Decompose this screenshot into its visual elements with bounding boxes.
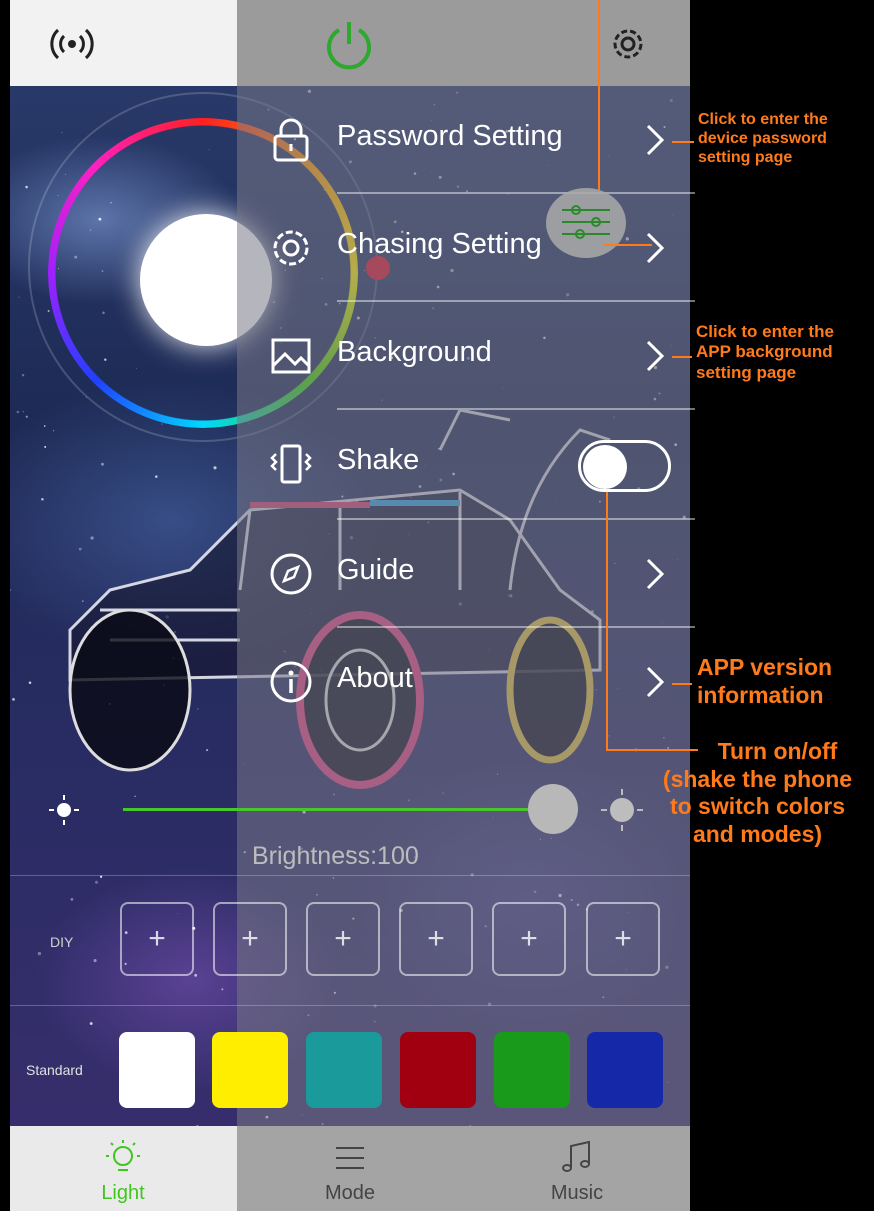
star [12, 698, 15, 701]
brightness-slider-handle[interactable] [528, 784, 578, 834]
menu-item-label: Guide [337, 554, 415, 586]
star [221, 988, 224, 991]
brightness-label: Brightness:100 [252, 842, 419, 870]
tab-label: Music [550, 1182, 604, 1204]
star [18, 296, 20, 298]
compass-icon [270, 553, 312, 595]
standard-color-swatch-blue[interactable] [587, 1032, 663, 1108]
toggle-knob [583, 445, 627, 489]
menu-item-background[interactable]: Background [237, 302, 690, 410]
wireless-signal-icon[interactable] [46, 24, 98, 64]
annotation-line [604, 244, 652, 246]
star [25, 185, 28, 189]
star [93, 959, 97, 963]
bottom-tab-bar: Light Mode Music [10, 1126, 690, 1211]
menu-item-label: About [337, 662, 413, 694]
brightness-slider-track[interactable] [123, 808, 543, 811]
chevron-right-icon [646, 666, 665, 698]
tab-label: Mode [324, 1182, 376, 1204]
diy-add-button[interactable]: + [492, 902, 566, 976]
menu-item-about[interactable]: About [237, 628, 690, 736]
diy-add-button[interactable]: + [306, 902, 380, 976]
info-icon [270, 661, 312, 703]
tab-label: Light [101, 1182, 145, 1204]
annotation-line [606, 492, 608, 750]
menu-item-guide[interactable]: Guide [237, 520, 690, 628]
gear-icon [273, 230, 309, 266]
section-divider [10, 875, 690, 876]
tab-music[interactable]: Music [464, 1126, 690, 1211]
sun-small-icon [48, 794, 80, 826]
diy-add-button[interactable]: + [586, 902, 660, 976]
power-icon[interactable] [321, 16, 377, 72]
chevron-right-icon [646, 558, 665, 590]
menu-item-label: Background [337, 336, 492, 368]
diy-add-button[interactable]: + [213, 902, 287, 976]
gear-icon[interactable] [606, 22, 650, 66]
menu-item-password-setting[interactable]: Password Setting [237, 86, 690, 194]
tab-light[interactable]: Light [10, 1126, 236, 1211]
standard-color-swatch-yellow[interactable] [212, 1032, 288, 1108]
menu-item-label: Chasing Setting [337, 228, 542, 260]
screenshot-stage: Password Setting Chasing Setting Backgro… [0, 0, 874, 1211]
settings-sliders-button[interactable] [546, 188, 626, 258]
standard-color-swatch-green[interactable] [494, 1032, 570, 1108]
shake-phone-icon [270, 444, 312, 484]
chevron-right-icon [646, 232, 665, 264]
menu-item-label: Shake [337, 444, 420, 476]
star [25, 415, 28, 418]
annotation-shake: Turn on/off (shake the phone to switch c… [662, 738, 853, 847]
lightbulb-icon [106, 1140, 140, 1171]
tab-mode[interactable]: Mode [237, 1126, 463, 1211]
star [22, 411, 24, 413]
star [134, 795, 136, 797]
menu-item-label: Password Setting [337, 120, 563, 152]
star [16, 410, 20, 414]
star [89, 1022, 93, 1025]
app-header [10, 0, 690, 86]
annotation-line [672, 141, 694, 143]
star [28, 681, 32, 684]
star [194, 973, 198, 977]
standard-label: Standard [26, 1062, 83, 1078]
star [21, 374, 25, 377]
annotation-background: Click to enter the APP background settin… [696, 322, 834, 382]
star [10, 589, 12, 591]
lock-icon [273, 118, 309, 162]
sliders-icon [562, 205, 610, 239]
chevron-right-icon [646, 124, 665, 156]
diy-label: DIY [50, 934, 74, 950]
menu-lines-icon [336, 1147, 364, 1169]
diy-add-button[interactable]: + [120, 902, 194, 976]
annotation-about: APP version information [697, 654, 833, 708]
standard-color-swatch-teal[interactable] [306, 1032, 382, 1108]
diy-add-button[interactable]: + [399, 902, 473, 976]
star [61, 132, 63, 134]
star [70, 898, 74, 901]
standard-color-swatch-white[interactable] [119, 1032, 195, 1108]
star [37, 951, 42, 956]
sun-large-icon [600, 788, 644, 832]
image-icon [271, 338, 311, 374]
annotation-line [672, 683, 692, 685]
shake-toggle[interactable] [578, 440, 671, 492]
chevron-right-icon [646, 340, 665, 372]
section-divider [10, 1005, 690, 1006]
standard-color-swatch-red[interactable] [400, 1032, 476, 1108]
annotation-line [598, 0, 600, 190]
annotation-line [672, 356, 692, 358]
annotation-password: Click to enter the device password setti… [698, 111, 828, 167]
music-note-icon [562, 1140, 590, 1172]
star [95, 880, 98, 884]
